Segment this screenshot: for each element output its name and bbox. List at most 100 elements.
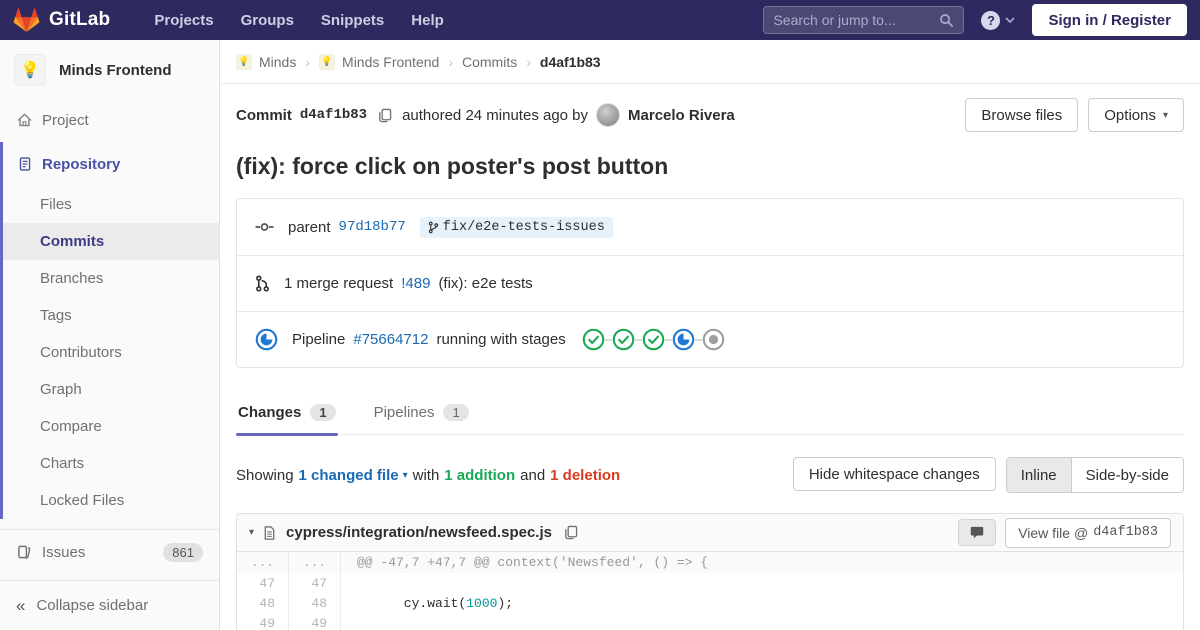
new-line-number[interactable]: 47 [289,573,341,593]
sign-in-register-button[interactable]: Sign in / Register [1032,4,1187,36]
commit-tabs: Changes 1 Pipelines 1 [236,395,1184,436]
sidebar-item-branches[interactable]: Branches [3,260,219,297]
branch-ref-chip[interactable]: fix/e2e-tests-issues [419,216,613,238]
stage-created-icon[interactable] [702,328,725,351]
old-line-number[interactable]: 47 [237,573,289,593]
side-by-side-view-button[interactable]: Side-by-side [1070,458,1183,492]
copy-file-path-button[interactable] [561,523,580,542]
browse-files-button[interactable]: Browse files [965,98,1079,132]
old-line-number[interactable]: 49 [237,613,289,630]
author-name[interactable]: Marcelo Rivera [628,107,735,124]
pipeline-id-link[interactable]: #75664712 [353,331,428,348]
toggle-comments-button[interactable] [958,519,997,546]
copy-icon [377,108,392,123]
view-file-label: View file @ [1018,524,1089,541]
tab-pipelines[interactable]: Pipelines 1 [372,395,471,434]
help-dropdown[interactable]: ? [981,10,1016,30]
new-line-number[interactable]: 48 [289,593,341,613]
stage-running-icon[interactable] [672,328,695,351]
breadcrumb-group[interactable]: 💡 Minds [236,53,297,70]
hunk-new-gutter: ... [289,552,341,573]
changes-count-badge: 1 [310,404,336,421]
options-dropdown-button[interactable]: Options ▾ [1088,98,1184,132]
global-search[interactable] [763,6,965,34]
nav-menu-snippets[interactable]: Snippets [321,12,384,29]
project-context-header[interactable]: 💡 Minds Frontend [0,40,219,98]
new-line-number[interactable]: 49 [289,613,341,630]
tanuki-icon [13,7,40,33]
breadcrumb-separator: › [305,53,311,70]
commit-sha: d4af1b83 [299,107,368,123]
collapse-sidebar-label: Collapse sidebar [36,597,149,614]
merge-request-count: 1 merge request [284,275,394,292]
changed-files-label: 1 changed file [298,466,399,484]
stage-success-icon-3[interactable] [642,328,665,351]
main-content: 💡 Minds › 💡 Minds Frontend › Commits › d… [220,40,1200,630]
home-icon [16,112,33,128]
collapse-file-caret-icon[interactable]: ▾ [249,527,254,538]
commit-meta-row: Commit d4af1b83 authored 24 minutes ago … [236,98,1184,132]
parent-sha-link[interactable]: 97d18b77 [339,219,406,235]
copy-sha-button[interactable] [375,106,394,125]
sidebar-item-charts[interactable]: Charts [3,445,219,482]
nav-menu-help[interactable]: Help [411,12,444,29]
pipelines-count-badge: 1 [443,404,469,421]
merge-request-link[interactable]: !489 [401,275,430,292]
sidebar-item-repository[interactable]: Repository [3,142,219,186]
breadcrumb-commits[interactable]: Commits [462,54,517,70]
stage-success-icon-2[interactable] [612,328,635,351]
code-text: ); [497,595,514,611]
stage-connector [604,338,612,341]
main-menu: Projects Groups Snippets Help [154,12,443,29]
sidebar-item-project[interactable]: Project [0,98,219,142]
issues-section: Issues 861 [0,529,219,574]
diff-summary-row: Showing 1 changed file ▾ with 1 addition… [236,457,1184,493]
view-file-sha: d4af1b83 [1093,525,1158,540]
merge-request-row: 1 merge request !489 (fix): e2e tests [237,255,1183,311]
breadcrumb-group-label: Minds [259,53,297,70]
sidebar-item-locked-files[interactable]: Locked Files [3,482,219,519]
sidebar-item-contributors[interactable]: Contributors [3,334,219,371]
diff-line: 47 47 [237,573,1183,593]
author-avatar[interactable] [596,103,621,127]
pipeline-status-text: running with stages [436,331,566,348]
sidebar-item-tags[interactable]: Tags [3,297,219,334]
sidebar-item-compare[interactable]: Compare [3,408,219,445]
copy-icon [563,525,578,540]
pipeline-running-icon[interactable] [255,328,278,351]
diff-file-card: ▾ cypress/integration/newsfeed.spec.js V… [236,513,1184,630]
commit-info-box: parent 97d18b77 fix/e2e-tests-issues 1 m… [236,198,1184,368]
pipeline-mini-graph [582,328,725,351]
inline-view-button[interactable]: Inline [1006,458,1071,492]
collapse-sidebar-button[interactable]: « Collapse sidebar [0,580,219,630]
file-path[interactable]: cypress/integration/newsfeed.spec.js [286,524,552,541]
sidebar-item-files[interactable]: Files [3,186,219,223]
view-file-button[interactable]: View file @ d4af1b83 [1005,517,1171,548]
sidebar-item-commits[interactable]: Commits [3,223,219,260]
tab-changes[interactable]: Changes 1 [236,395,338,436]
pipeline-row: Pipeline #75664712 running with stages [237,311,1183,367]
sidebar-nav: Project Repository Files Commits Branche… [0,98,219,580]
repository-section: Repository Files Commits Branches Tags C… [0,142,219,519]
breadcrumb-project[interactable]: 💡 Minds Frontend [319,53,439,70]
sidebar-item-graph[interactable]: Graph [3,371,219,408]
changed-files-dropdown[interactable]: 1 changed file ▾ [299,467,408,484]
diff-table: ... ... @@ -47,7 +47,7 @@ context('Newsf… [237,552,1183,630]
old-line-number[interactable]: 48 [237,593,289,613]
stage-connector [694,338,702,341]
hide-whitespace-button[interactable]: Hide whitespace changes [792,457,996,491]
sidebar-item-issues[interactable]: Issues 861 [0,530,219,574]
code-line: cy.wait(1000); [341,593,1183,613]
branch-name: fix/e2e-tests-issues [442,219,605,235]
stage-success-icon-1[interactable] [582,328,605,351]
hunk-header-row: ... ... @@ -47,7 +47,7 @@ context('Newsf… [237,552,1183,573]
breadcrumb-separator: › [526,53,531,70]
nav-menu-projects[interactable]: Projects [154,12,213,29]
authored-text: authored 24 minutes ago by [402,106,589,124]
search-input[interactable] [773,12,940,28]
diff-line: 49 49 [237,613,1183,630]
gitlab-logo[interactable]: GitLab [13,7,110,33]
nav-menu-groups[interactable]: Groups [241,12,294,29]
search-icon [939,13,954,28]
